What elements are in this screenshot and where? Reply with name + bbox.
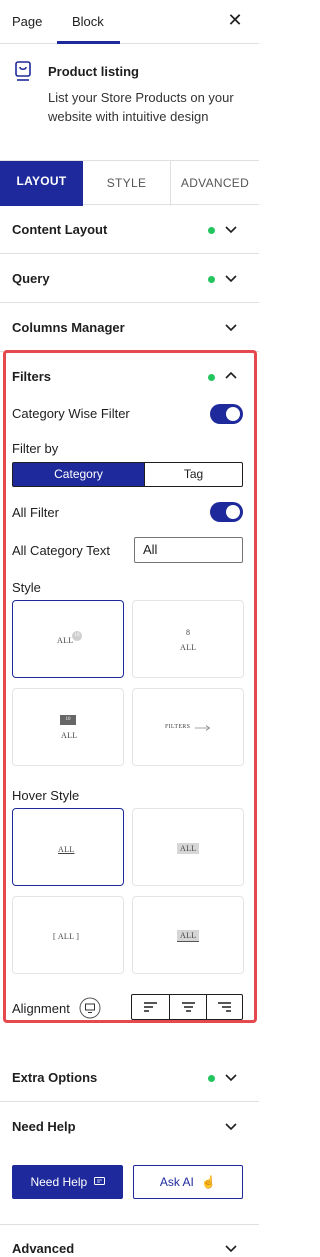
category-wise-filter-label: Category Wise Filter bbox=[12, 406, 130, 421]
preview-count-badge: 10 bbox=[72, 631, 82, 641]
panel-filters[interactable]: Filters bbox=[0, 352, 259, 398]
chevron-down-icon bbox=[225, 1074, 237, 1082]
panel-label: Advanced bbox=[12, 1241, 75, 1256]
chevron-down-icon bbox=[225, 275, 237, 283]
hover-style-option-1[interactable]: ALL bbox=[12, 808, 124, 886]
preview-all: ALL bbox=[57, 636, 74, 645]
panel-need-help[interactable]: Need Help bbox=[0, 1102, 259, 1151]
panel-extra-options[interactable]: Extra Options bbox=[0, 1053, 259, 1102]
panel-label: Columns Manager bbox=[12, 320, 125, 335]
style-option-2[interactable]: 8 ALL bbox=[132, 600, 244, 678]
all-filter-label: All Filter bbox=[12, 505, 59, 520]
chat-icon bbox=[93, 1177, 105, 1185]
preview-all: ALL bbox=[177, 930, 200, 942]
all-category-text-label: All Category Text bbox=[12, 543, 111, 558]
chevron-down-icon bbox=[225, 226, 237, 234]
style-option-1[interactable]: ALL 10 bbox=[12, 600, 124, 678]
tab-layout[interactable]: LAYOUT bbox=[0, 161, 83, 206]
active-dot bbox=[208, 1075, 215, 1082]
ask-ai-label: Ask AI bbox=[159, 1175, 194, 1189]
preview-all: ALL bbox=[61, 731, 78, 740]
chevron-down-icon bbox=[225, 1245, 237, 1253]
hover-style-label: Hover Style bbox=[12, 788, 80, 803]
preview-all: ALL bbox=[180, 643, 197, 652]
hover-style-option-4[interactable]: ALL bbox=[132, 896, 244, 974]
panel-label: Content Layout bbox=[12, 222, 108, 237]
panel-advanced[interactable]: Advanced bbox=[0, 1224, 259, 1257]
chevron-up-icon bbox=[225, 371, 237, 379]
tab-style[interactable]: STYLE bbox=[83, 161, 171, 206]
alignment-label: Alignment bbox=[12, 1001, 70, 1016]
filter-by-segmented: Category Tag bbox=[12, 462, 243, 487]
align-left-icon bbox=[144, 1002, 157, 1012]
align-center-button[interactable] bbox=[169, 995, 206, 1019]
tab-page[interactable]: Page bbox=[12, 14, 42, 29]
ask-ai-button[interactable]: Ask AI ☝ bbox=[133, 1165, 243, 1199]
panel-label: Query bbox=[12, 271, 50, 286]
panel-columns-manager[interactable]: Columns Manager bbox=[0, 303, 259, 352]
chevron-down-icon bbox=[225, 324, 237, 332]
style-option-4[interactable]: FILTERS bbox=[132, 688, 244, 766]
preview-all: ALL bbox=[177, 843, 200, 854]
chevron-up-icon bbox=[225, 1123, 237, 1131]
active-dot bbox=[208, 227, 215, 234]
align-right-button[interactable] bbox=[206, 995, 243, 1019]
preview-bracket: [ ALL ] bbox=[53, 932, 80, 941]
tab-block[interactable]: Block bbox=[72, 14, 104, 29]
active-dot bbox=[208, 374, 215, 381]
close-icon[interactable]: ✕ bbox=[226, 10, 244, 30]
preview-count: 8 bbox=[186, 628, 191, 637]
active-tab-indicator bbox=[57, 41, 120, 44]
settings-tabs: LAYOUT STYLE ADVANCED bbox=[0, 160, 259, 206]
need-help-button[interactable]: Need Help bbox=[12, 1165, 123, 1199]
product-listing-icon bbox=[15, 61, 31, 81]
pointer-hand-icon: ☝ bbox=[201, 1175, 217, 1189]
tab-advanced[interactable]: ADVANCED bbox=[171, 161, 259, 206]
active-dot bbox=[208, 276, 215, 283]
preview-filters: FILTERS bbox=[165, 724, 191, 730]
alignment-buttons bbox=[131, 994, 243, 1020]
filter-by-label: Filter by bbox=[12, 441, 59, 456]
align-center-icon bbox=[182, 1002, 195, 1012]
filter-by-category[interactable]: Category bbox=[13, 463, 144, 486]
style-option-3[interactable]: 10 ALL bbox=[12, 688, 124, 766]
hover-style-option-3[interactable]: [ ALL ] bbox=[12, 896, 124, 974]
align-left-button[interactable] bbox=[132, 995, 169, 1019]
panel-label: Need Help bbox=[12, 1119, 76, 1134]
all-filter-toggle[interactable] bbox=[210, 502, 243, 522]
hover-style-option-2[interactable]: ALL bbox=[132, 808, 244, 886]
preview-all: ALL bbox=[58, 845, 75, 854]
panel-query[interactable]: Query bbox=[0, 254, 259, 303]
filter-by-tag[interactable]: Tag bbox=[144, 463, 242, 486]
need-help-label: Need Help bbox=[30, 1175, 88, 1189]
panel-label: Filters bbox=[12, 369, 52, 384]
all-category-text-input[interactable]: All bbox=[134, 537, 243, 563]
preview-count-badge: 10 bbox=[60, 715, 76, 725]
panel-content-layout[interactable]: Content Layout bbox=[0, 205, 259, 254]
block-description: List your Store Products on your website… bbox=[48, 90, 234, 124]
sidebar-header-tabs: Page Block ✕ bbox=[0, 0, 259, 44]
category-wise-filter-toggle[interactable] bbox=[210, 404, 243, 424]
align-right-icon bbox=[218, 1002, 231, 1012]
style-label: Style bbox=[12, 580, 41, 595]
arrow-right-icon bbox=[195, 725, 211, 731]
block-title: Product listing bbox=[48, 64, 139, 79]
panel-label: Extra Options bbox=[12, 1070, 98, 1085]
desktop-icon[interactable] bbox=[79, 997, 101, 1019]
